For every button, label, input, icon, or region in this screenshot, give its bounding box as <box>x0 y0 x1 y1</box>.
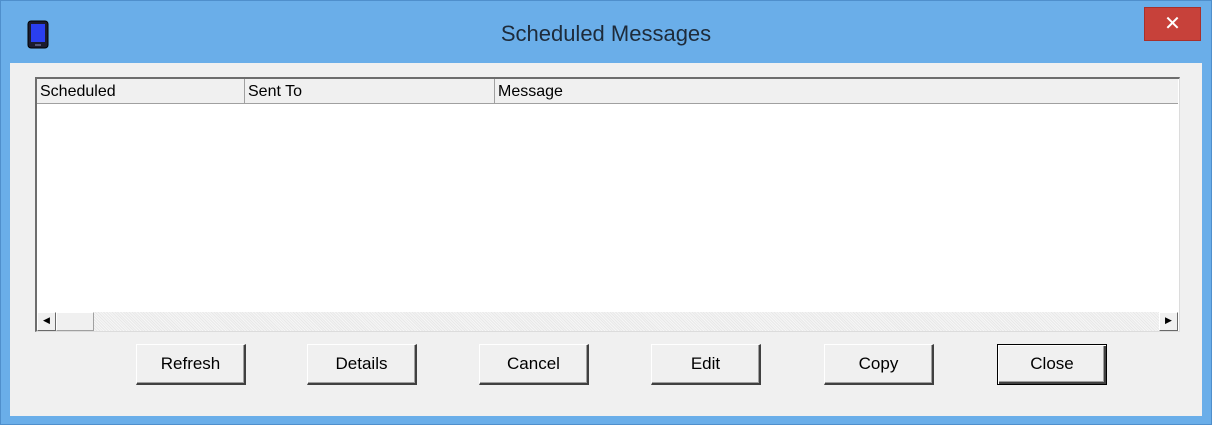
scrollbar-thumb[interactable] <box>56 312 94 331</box>
column-header-scheduled[interactable]: Scheduled <box>37 79 245 103</box>
dialog-client-area: Scheduled Sent To Message ◀ ▶ Refresh De… <box>10 63 1202 416</box>
scheduled-messages-window: Scheduled Messages ✕ Scheduled Sent To M… <box>0 0 1212 425</box>
scroll-left-arrow-icon[interactable]: ◀ <box>37 312 56 331</box>
title-bar[interactable]: Scheduled Messages ✕ <box>1 1 1211 63</box>
edit-button[interactable]: Edit <box>651 344 761 385</box>
column-header-message[interactable]: Message <box>495 79 1178 103</box>
copy-button[interactable]: Copy <box>824 344 934 385</box>
column-header-sent-to[interactable]: Sent To <box>245 79 495 103</box>
details-button[interactable]: Details <box>307 344 417 385</box>
scheduled-messages-list[interactable]: Scheduled Sent To Message ◀ ▶ <box>35 77 1180 332</box>
close-button[interactable]: Close <box>997 344 1107 385</box>
refresh-button[interactable]: Refresh <box>136 344 246 385</box>
list-body[interactable] <box>37 104 1178 312</box>
scroll-right-arrow-icon[interactable]: ▶ <box>1159 312 1178 331</box>
cancel-button[interactable]: Cancel <box>479 344 589 385</box>
window-close-button[interactable]: ✕ <box>1144 7 1201 41</box>
horizontal-scrollbar[interactable]: ◀ ▶ <box>37 312 1178 331</box>
window-title: Scheduled Messages <box>500 21 712 46</box>
list-header: Scheduled Sent To Message <box>37 79 1178 104</box>
